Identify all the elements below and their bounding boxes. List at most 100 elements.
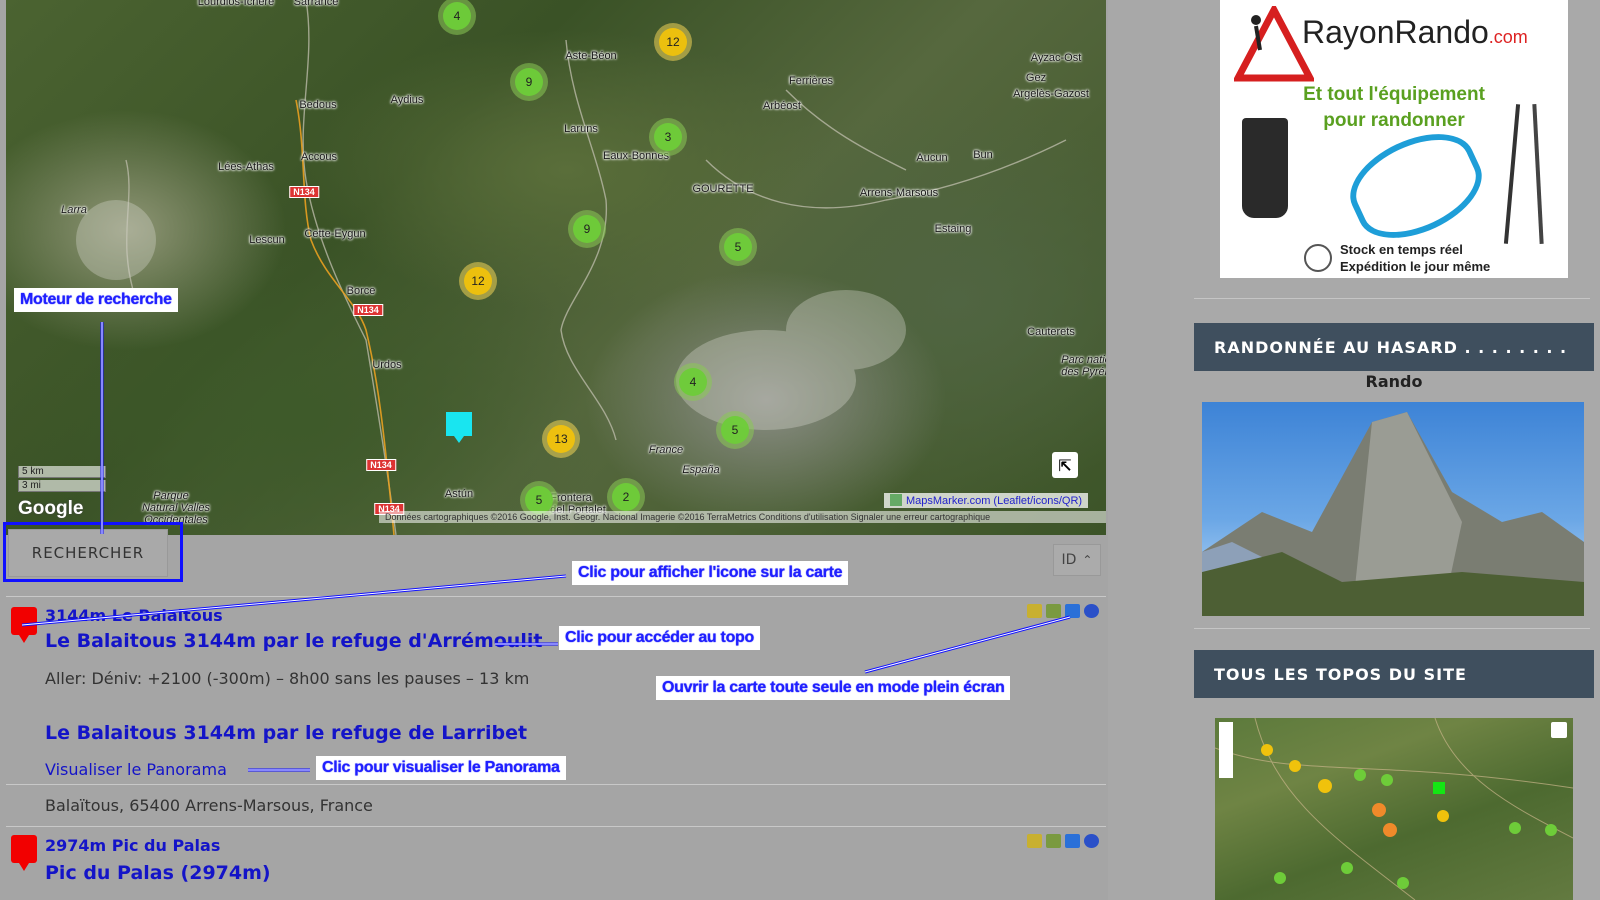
all-topos-mini-map[interactable]	[1215, 718, 1573, 900]
mini-map-clusters	[1215, 718, 1573, 900]
cluster-count: 5	[721, 416, 749, 444]
cluster-count: 5	[724, 233, 752, 261]
entry-subtitle-link[interactable]: 3144m Le Balaitous	[45, 606, 223, 625]
cluster-count: 12	[659, 28, 687, 56]
map-town-label: Natural Valles	[141, 502, 211, 514]
fullscreen-icon[interactable]	[1065, 834, 1080, 848]
search-button[interactable]: RECHERCHER	[8, 529, 168, 577]
chevron-up-icon: ⌃	[1082, 553, 1093, 567]
entry-title-link[interactable]: Le Balaitous 3144m par le refuge de Larr…	[45, 722, 527, 744]
divider	[6, 784, 1106, 785]
map-town-label: France	[648, 444, 684, 456]
clock-icon	[1304, 244, 1332, 272]
map-cluster-marker[interactable]: 12	[459, 262, 497, 300]
map-town-label: Larra	[61, 204, 87, 216]
cluster-count: 9	[515, 68, 543, 96]
divider	[1194, 298, 1590, 299]
map-cluster-marker[interactable]: 5	[716, 411, 754, 449]
fullscreen-toggle-icon[interactable]: ⇱	[1052, 452, 1078, 478]
map-town-label: Cette-Eygun	[304, 228, 366, 240]
map-town-label: Borce	[346, 285, 376, 297]
globe-icon[interactable]	[1084, 604, 1099, 618]
divider	[6, 596, 1106, 597]
map-town-label: España	[682, 464, 720, 476]
map-town-label: Aucun	[916, 152, 948, 164]
cluster-count: 4	[443, 2, 471, 30]
entry-address: Balaïtous, 65400 Arrens-Marsous, France	[45, 796, 373, 815]
map-cluster-marker[interactable]: 4	[674, 363, 712, 401]
map-town-label: Ayzac-Ost	[1030, 52, 1082, 64]
map-road-label: N134	[353, 304, 383, 316]
random-hike-widget-title: RANDONNÉE AU HASARD . . . . . . . .	[1194, 323, 1594, 371]
map-town-label: Accous	[300, 151, 338, 163]
map-cluster-marker[interactable]: 13	[542, 420, 580, 458]
main-content: Lourdios-Ichère Sarrance Aste-Béon Ayzac-Os…	[0, 0, 1108, 900]
map-icon[interactable]	[1027, 604, 1042, 618]
map-town-label: Argelès-Gazost	[1013, 88, 1089, 100]
map-town-label: Arrens-Marsous	[859, 187, 939, 199]
google-logo: Google	[18, 498, 84, 519]
map-road-label: N134	[289, 186, 319, 198]
all-topos-widget-title: TOUS LES TOPOS DU SITE	[1194, 650, 1594, 698]
random-hike-label: Rando	[1365, 372, 1423, 391]
entry-action-icons	[1027, 604, 1099, 618]
map-town-label: Lées-Athas	[218, 161, 274, 173]
cluster-count: 3	[654, 123, 682, 151]
cluster-count: 5	[525, 486, 553, 514]
map-town-label: Parc natio	[1061, 354, 1106, 366]
divider	[1194, 628, 1590, 629]
map-town-label: Lescun	[249, 234, 285, 246]
divider	[6, 826, 1106, 827]
map-town-label: GOURETTE	[692, 183, 754, 195]
map-town-label: Cauterets	[1027, 326, 1075, 338]
random-hike-photo[interactable]	[1202, 402, 1584, 616]
rayonrando-ad-banner[interactable]: RayonRando.com Et tout l'équipement pour…	[1220, 0, 1568, 278]
selected-marker-icon[interactable]	[446, 412, 472, 443]
marker-red-icon[interactable]	[11, 835, 37, 871]
map-icon[interactable]	[1027, 834, 1042, 848]
globe-icon[interactable]	[1084, 834, 1099, 848]
cluster-count: 2	[612, 483, 640, 511]
map-town-label: Aste-Béon	[565, 50, 617, 62]
zoom-controls[interactable]	[1219, 722, 1233, 778]
snowshoe-icon	[1336, 116, 1496, 256]
map-cluster-marker[interactable]: 9	[568, 210, 606, 248]
map-town-label: Bun	[973, 149, 993, 161]
map-town-label: Urdos	[372, 359, 402, 371]
annotation-search-engine: Moteur de recherche	[14, 288, 178, 312]
entry-title-link[interactable]: Pic du Palas (2974m)	[45, 862, 271, 884]
map-town-label: Lourdios-Ichère	[197, 0, 275, 8]
annotation-show-icon: Clic pour afficher l'icone sur la carte	[572, 561, 849, 585]
layers-icon[interactable]	[1551, 722, 1567, 738]
mapsmarker-logo-icon	[890, 494, 902, 506]
ad-shipping: Expédition le jour même	[1340, 259, 1491, 274]
cluster-count: 4	[679, 368, 707, 396]
fullscreen-icon[interactable]	[1065, 604, 1080, 618]
map-view[interactable]: Lourdios-Ichère Sarrance Aste-Béon Ayzac-Os…	[6, 0, 1106, 535]
mountain-photo	[1202, 412, 1584, 616]
entry-subtitle-link[interactable]: 2974m Pic du Palas	[45, 836, 220, 855]
map-town-label: Arbéost	[763, 100, 801, 112]
map-town-label: Laruns	[564, 123, 598, 135]
map-town-label: Gez	[1025, 72, 1047, 84]
map-scale: 5 km 3 mi	[18, 466, 106, 494]
mapsmarker-attribution-link[interactable]: MapsMarker.com (Leaflet/icons/QR)	[884, 493, 1089, 508]
entry-title-link[interactable]: Le Balaitous 3144m par le refuge d'Arrém…	[45, 630, 542, 652]
car-icon[interactable]	[1046, 834, 1061, 848]
car-icon[interactable]	[1046, 604, 1061, 618]
sort-dropdown[interactable]: ID ⌃	[1053, 544, 1101, 576]
gaiter-icon	[1242, 118, 1288, 218]
map-town-label: Parque	[153, 490, 189, 502]
map-cluster-marker[interactable]: 5	[719, 228, 757, 266]
annotation-panorama: Clic pour visualiser le Panorama	[316, 756, 566, 780]
cluster-count: 13	[547, 425, 575, 453]
map-cluster-marker[interactable]: 9	[510, 63, 548, 101]
panorama-link[interactable]: Visualiser le Panorama	[45, 760, 227, 779]
map-credits: Données cartographiques ©2016 Google, In…	[379, 511, 1106, 523]
map-cluster-marker[interactable]: 3	[649, 118, 687, 156]
entry-description: Aller: Déniv: +2100 (-300m) – 8h00 sans …	[45, 669, 530, 688]
map-town-label: Aydius	[390, 94, 424, 106]
marker-red-icon[interactable]	[11, 607, 37, 643]
map-cluster-marker[interactable]: 12	[654, 23, 692, 61]
ad-line-1: Et tout l'équipement	[1303, 84, 1485, 105]
